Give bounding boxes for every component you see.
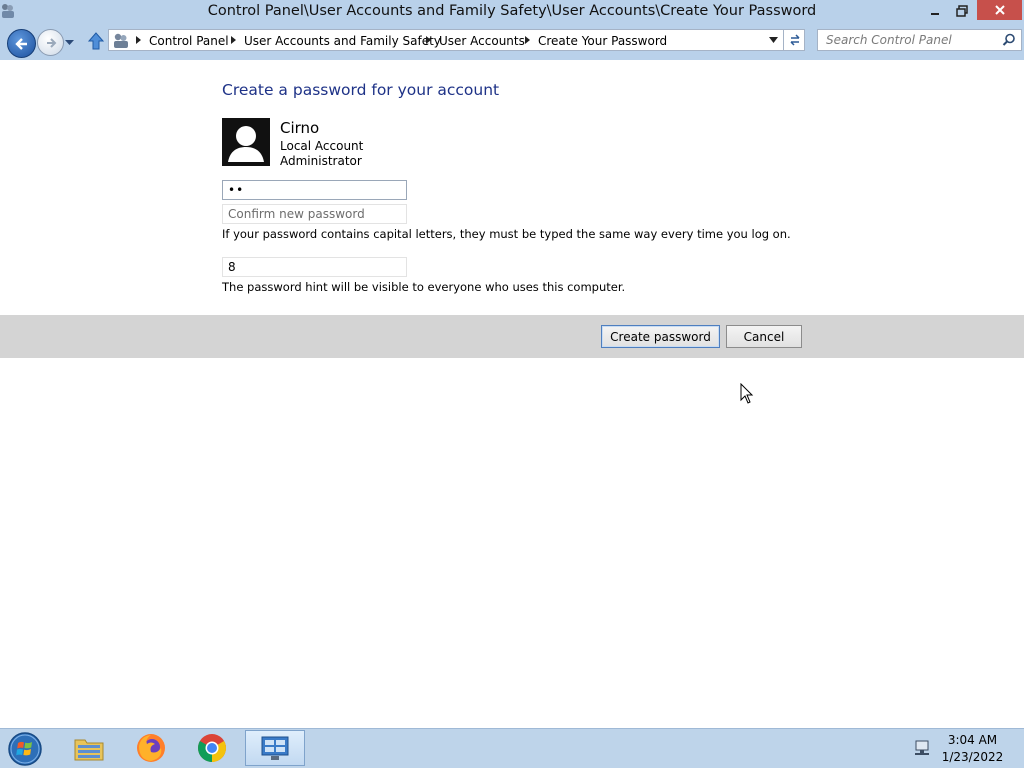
up-level-button[interactable] — [86, 31, 106, 51]
address-divider — [783, 30, 784, 50]
file-explorer-icon[interactable] — [65, 730, 113, 766]
breadcrumb-create-your-password[interactable]: Create Your Password — [538, 34, 667, 48]
address-bar[interactable]: Control Panel User Accounts and Family S… — [108, 29, 805, 51]
breadcrumb-separator-icon[interactable] — [525, 36, 530, 44]
new-password-field[interactable] — [222, 180, 407, 200]
breadcrumb-separator-icon[interactable] — [136, 36, 141, 44]
account-role: Administrator — [280, 154, 362, 168]
user-name: Cirno — [280, 119, 320, 137]
forward-arrow-icon — [46, 37, 56, 48]
chevron-down-icon — [65, 40, 74, 45]
breadcrumb-user-accounts-family-safety[interactable]: User Accounts and Family Safety — [244, 34, 441, 48]
breadcrumb-user-accounts[interactable]: User Accounts — [439, 34, 525, 48]
breadcrumb-control-panel[interactable]: Control Panel — [149, 34, 229, 48]
user-silhouette-icon — [222, 118, 270, 166]
chrome-icon[interactable] — [188, 730, 236, 766]
capital-letters-note: If your password contains capital letter… — [222, 227, 791, 241]
close-button[interactable] — [977, 0, 1022, 20]
up-arrow-icon — [87, 32, 105, 50]
page-title: Create a password for your account — [222, 81, 500, 99]
account-type: Local Account — [280, 139, 364, 153]
taskbar-control-panel-button[interactable] — [245, 730, 305, 766]
clock-time: 3:04 AM — [947, 733, 998, 747]
search-icon[interactable] — [1002, 33, 1016, 47]
user-avatar — [222, 118, 270, 166]
search-placeholder[interactable]: Search Control Panel — [826, 33, 952, 47]
breadcrumb-separator-icon[interactable] — [426, 36, 431, 44]
button-bar — [0, 315, 1024, 358]
window-title: Control Panel\User Accounts and Family S… — [207, 3, 817, 19]
create-password-button[interactable]: Create password — [601, 325, 720, 348]
chevron-down-icon — [768, 37, 778, 43]
restore-button[interactable] — [947, 0, 977, 22]
system-clock[interactable]: 3:04 AM 1/23/2022 — [930, 732, 1015, 766]
back-button[interactable] — [7, 29, 36, 58]
control-panel-icon — [261, 736, 289, 760]
cancel-button[interactable]: Cancel — [726, 325, 802, 348]
firefox-icon[interactable] — [127, 730, 175, 766]
refresh-icon — [789, 34, 800, 46]
clock-date: 1/23/2022 — [941, 750, 1004, 764]
breadcrumb-separator-icon[interactable] — [231, 36, 236, 44]
start-orb-icon[interactable] — [5, 730, 45, 768]
minimize-button[interactable] — [920, 0, 950, 22]
forward-button[interactable] — [37, 29, 64, 56]
control-panel-icon — [112, 32, 130, 49]
search-box[interactable]: Search Control Panel — [817, 29, 1022, 51]
mouse-cursor-icon — [740, 382, 754, 405]
refresh-button[interactable] — [785, 30, 804, 50]
confirm-password-field[interactable] — [222, 204, 407, 224]
hint-visibility-note: The password hint will be visible to eve… — [222, 280, 626, 294]
password-hint-field[interactable] — [222, 257, 407, 277]
recent-pages-dropdown[interactable] — [64, 36, 75, 48]
address-history-dropdown[interactable] — [763, 30, 783, 50]
back-arrow-icon — [14, 37, 27, 50]
